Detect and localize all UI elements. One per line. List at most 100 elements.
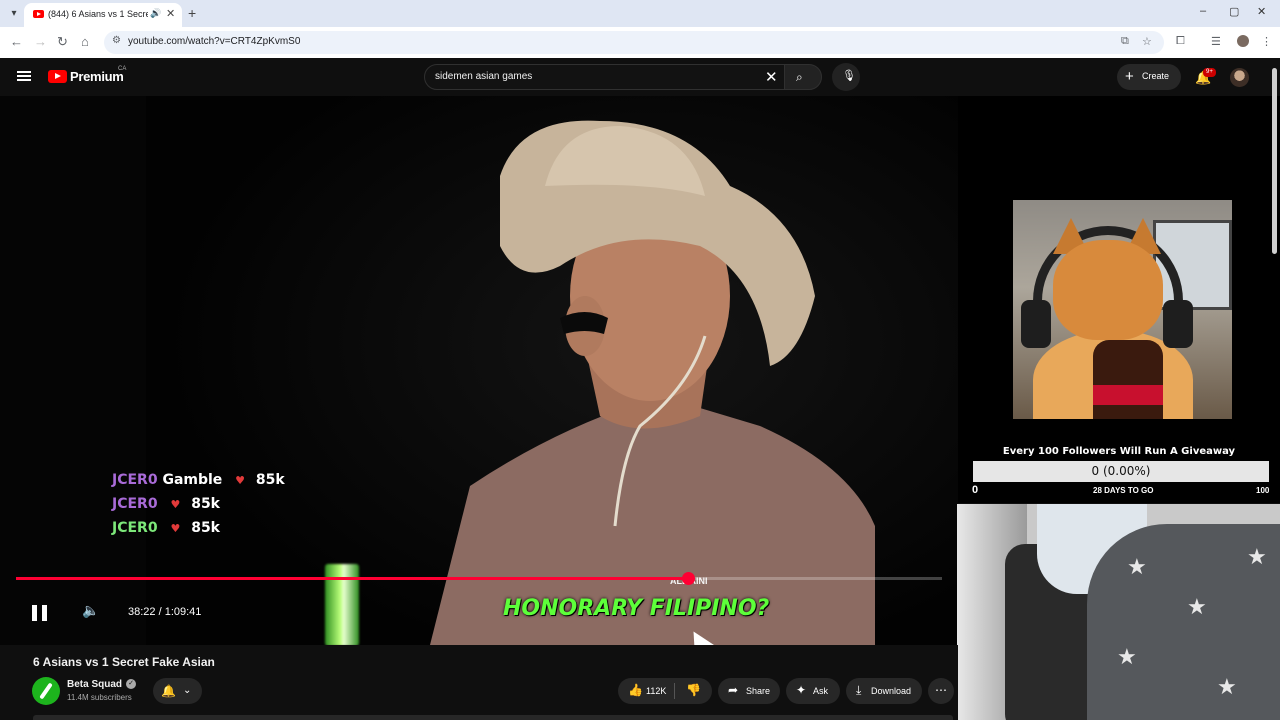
browser-tab[interactable]: (844) 6 Asians vs 1 Secret Fa 🔊 ✕: [24, 3, 182, 27]
star-icon: ★: [1187, 594, 1207, 619]
chat-line: JCER0 ♥ 85k: [112, 520, 220, 536]
page-scrollbar[interactable]: [1272, 68, 1277, 254]
video-player[interactable]: ALL AINI JCER0 Gamble ♥ 85k JCER0 ♥ 85k …: [0, 96, 958, 645]
bottle-shape: [1093, 340, 1163, 419]
tab-title: (844) 6 Asians vs 1 Secret Fa: [48, 9, 148, 19]
install-app-icon[interactable]: ⧉: [1121, 35, 1129, 48]
video-caption: HONORARY FILIPINO?: [503, 596, 770, 621]
like-icon[interactable]: 👍: [628, 683, 643, 697]
heart-icon: ♥: [235, 474, 246, 487]
star-icon: ★: [1217, 674, 1237, 699]
progress-fill: [16, 577, 688, 580]
giveaway-progress-bar: 0 (0.00%): [973, 461, 1269, 482]
video-frame: ALL AINI: [146, 96, 958, 645]
search-button[interactable]: ⌕: [784, 64, 822, 90]
chat-word: Gamble: [162, 472, 223, 488]
bottle-label-shape: [1093, 385, 1163, 405]
browser-profile-avatar[interactable]: [1237, 35, 1249, 47]
youtube-header: Premium CA sidemen asian games ✕ ⌕ 🎙 + C…: [0, 58, 1280, 96]
minimize-icon[interactable]: –: [1200, 5, 1206, 17]
heart-icon: ♥: [170, 498, 181, 511]
notification-badge: 9+: [1203, 68, 1216, 77]
browser-menu-icon[interactable]: ⋮: [1261, 35, 1272, 48]
video-title: 6 Asians vs 1 Secret Fake Asian: [33, 655, 215, 669]
youtube-logo-icon[interactable]: [48, 70, 67, 83]
ask-button[interactable]: ✦ Ask: [786, 678, 840, 704]
current-time: 38:22: [128, 606, 156, 618]
tab-bar: ▾ (844) 6 Asians vs 1 Secret Fa 🔊 ✕ + – …: [0, 0, 1280, 27]
extensions-icon[interactable]: ⧠: [1176, 35, 1185, 48]
reload-icon[interactable]: ↻: [57, 34, 68, 50]
brand-label[interactable]: Premium: [70, 69, 124, 84]
like-count[interactable]: 112K: [646, 686, 666, 696]
more-actions-icon[interactable]: ⋯: [928, 678, 954, 704]
share-button[interactable]: ➦ Share: [718, 678, 780, 704]
bell-icon: 🔔: [161, 684, 176, 698]
reading-list-icon[interactable]: ☰: [1211, 35, 1221, 48]
clear-search-icon[interactable]: ✕: [765, 68, 778, 86]
home-icon[interactable]: ⌂: [81, 34, 89, 49]
account-avatar[interactable]: [1230, 68, 1249, 87]
close-window-icon[interactable]: ✕: [1257, 5, 1266, 18]
mic-icon: 🎙: [842, 70, 856, 82]
star-icon: ★: [1127, 554, 1147, 579]
chat-amount: 85k: [255, 472, 285, 488]
like-dislike-pill: 👍 112K 👎: [618, 678, 712, 704]
channel-avatar[interactable]: [32, 677, 60, 705]
back-icon[interactable]: ←: [10, 34, 23, 49]
dislike-icon[interactable]: 👎: [686, 683, 701, 697]
share-icon: ➦: [728, 683, 739, 697]
nav-bar: ← → ↻ ⌂ ⚙ youtube.com/watch?v=CRT4ZpKvmS…: [0, 27, 1280, 58]
address-bar[interactable]: ⚙ youtube.com/watch?v=CRT4ZpKvmS0: [104, 31, 1164, 54]
share-label: Share: [746, 686, 771, 696]
create-button[interactable]: + Create: [1117, 64, 1181, 90]
search-icon: ⌕: [796, 70, 803, 84]
search-query[interactable]: sidemen asian games: [435, 71, 532, 82]
menu-icon[interactable]: [17, 71, 31, 81]
url-text[interactable]: youtube.com/watch?v=CRT4ZpKvmS0: [128, 36, 300, 47]
scrubber-handle[interactable]: [681, 572, 695, 585]
divider: [674, 683, 675, 699]
download-label: Download: [871, 686, 912, 696]
chat-amount: 85k: [191, 496, 220, 512]
giveaway-value: 0 (0.00%): [1091, 464, 1151, 478]
browser-chrome: ▾ (844) 6 Asians vs 1 Secret Fa 🔊 ✕ + – …: [0, 0, 1280, 58]
audio-playing-icon[interactable]: 🔊: [150, 8, 161, 19]
create-label: Create: [1142, 71, 1170, 81]
ask-label: Ask: [813, 686, 829, 696]
giveaway-max: 100: [1256, 486, 1270, 495]
new-tab-icon[interactable]: +: [188, 5, 196, 21]
description-box[interactable]: [33, 715, 953, 720]
search-input[interactable]: sidemen asian games ✕: [424, 64, 785, 90]
pajama-shape: ★ ★ ★ ★ ★: [1087, 524, 1280, 720]
chevron-down-icon: ⌄: [183, 685, 192, 696]
tab-search-icon[interactable]: ▾: [6, 6, 22, 22]
plus-icon: +: [1125, 68, 1134, 85]
voice-search-button[interactable]: 🎙: [832, 63, 860, 91]
tab-close-icon[interactable]: ✕: [166, 7, 175, 20]
streamer-webcam-image: ★ ★ ★ ★ ★: [957, 504, 1280, 720]
channel-name[interactable]: Beta Squad: [67, 679, 122, 690]
heart-icon: ♥: [170, 522, 181, 535]
forward-icon[interactable]: →: [34, 34, 47, 49]
download-button[interactable]: ⤓ Download: [846, 678, 922, 704]
chat-username: JCER0: [112, 472, 158, 488]
giveaway-days: 28 DAYS TO GO: [1093, 486, 1154, 495]
time-display: 38:22 / 1:09:41: [128, 606, 202, 618]
star-icon: ★: [1117, 644, 1137, 669]
maximize-icon[interactable]: ▢: [1229, 5, 1239, 18]
chat-username: JCER0: [112, 496, 158, 512]
progress-bar[interactable]: [16, 572, 942, 585]
sparkle-icon: ✦: [796, 683, 807, 697]
download-icon: ⤓: [856, 683, 862, 697]
total-time: 1:09:41: [164, 606, 202, 618]
pause-button[interactable]: [32, 605, 47, 621]
site-info-icon[interactable]: ⚙: [112, 35, 121, 46]
volume-icon[interactable]: 🔈: [82, 602, 99, 619]
subscriber-count: 11.4M subscribers: [67, 693, 132, 702]
subscribed-button[interactable]: 🔔 ⌄: [153, 678, 202, 704]
youtube-favicon-icon: [33, 10, 44, 18]
chat-username: JCER0: [112, 520, 158, 536]
bookmark-star-icon[interactable]: ☆: [1142, 35, 1152, 48]
chat-line: JCER0 ♥ 85k: [112, 496, 220, 512]
